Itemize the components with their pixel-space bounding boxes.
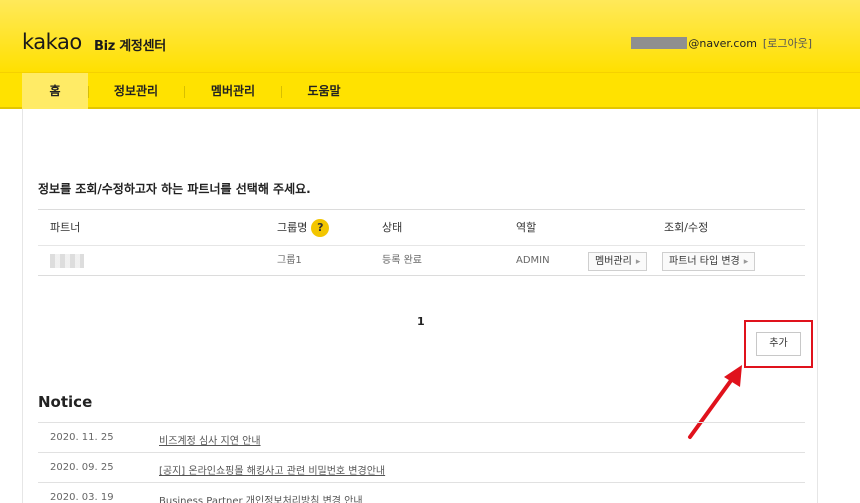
nav-divider [281,86,282,98]
list-item: 2020. 09. 25 [공지] 온라인쇼핑몰 해킹사고 관련 비밀번호 변경… [38,452,805,482]
help-icon[interactable]: ? [311,219,330,237]
col-partner: 파트너 [50,221,81,234]
table-header: 파트너 그룹명? 상태 역할 조회/수정 [38,209,805,246]
partner-type-change-label: 파트너 타입 변경 [669,256,740,267]
redacted-partner-name [50,254,84,268]
partner-type-change-button[interactable]: 파트너 타입 변경 ▸ [662,252,756,271]
header-top: kakao Biz 계정센터 @naver.com [로그아웃] [0,0,860,72]
table-row[interactable]: 그룹1 등록 완료 ADMIN 멤버관리 ▸ 파트너 타입 변경 ▸ [38,246,805,276]
nav-tab-member-management[interactable]: 멤버관리 [196,73,270,110]
row-role: ADMIN [516,255,550,266]
col-actions: 조회/수정 [664,221,709,234]
site-subtitle: Biz 계정센터 [94,39,166,54]
chevron-right-icon: ▸ [743,257,749,267]
member-management-button[interactable]: 멤버관리 ▸ [588,252,648,271]
notice-title: Notice [38,393,93,411]
chevron-right-icon: ▸ [635,257,641,267]
notice-date: 2020. 09. 25 [50,462,114,473]
header: kakao Biz 계정센터 @naver.com [로그아웃] 홈 정보관리 … [0,0,860,110]
notice-date: 2020. 11. 25 [50,432,114,443]
logout-link[interactable]: [로그아웃] [763,35,812,51]
list-item: 2020. 03. 19 Business Partner 개인정보처리방침 변… [38,482,805,503]
list-item: 2020. 11. 25 비즈계정 심사 지연 안내 [38,422,805,452]
nav-divider [184,86,185,98]
nav-tab-info-management[interactable]: 정보관리 [100,73,172,110]
nav-tab-help[interactable]: 도움말 [292,73,356,110]
row-group: 그룹1 [277,255,302,266]
kakao-logo[interactable]: kakao [22,30,82,54]
col-role: 역할 [516,221,537,234]
notice-link[interactable]: Business Partner 개인정보처리방침 변경 안내 [159,492,363,503]
user-email: @naver.com [688,36,757,50]
nav-divider [88,86,89,98]
user-area: @naver.com [로그아웃] [631,35,812,51]
col-group: 그룹명? [277,210,330,246]
redacted-email-user [631,37,688,49]
col-status: 상태 [382,221,403,234]
col-group-label: 그룹명 [277,221,308,234]
notice-link[interactable]: 비즈계정 심사 지연 안내 [159,432,261,447]
notice-link[interactable]: [공지] 온라인쇼핑몰 해킹사고 관련 비밀번호 변경안내 [159,462,385,477]
main-nav: 홈 정보관리 멤버관리 도움말 [0,72,860,110]
member-management-label: 멤버관리 [595,256,632,267]
partner-select-prompt: 정보를 조회/수정하고자 하는 파트너를 선택해 주세요. [38,182,311,196]
add-partner-button[interactable]: 추가 [756,332,801,356]
nav-tab-home[interactable]: 홈 [22,73,88,110]
pagination-current-page[interactable]: 1 [417,315,425,328]
row-status: 등록 완료 [382,255,422,266]
notice-date: 2020. 03. 19 [50,492,114,503]
